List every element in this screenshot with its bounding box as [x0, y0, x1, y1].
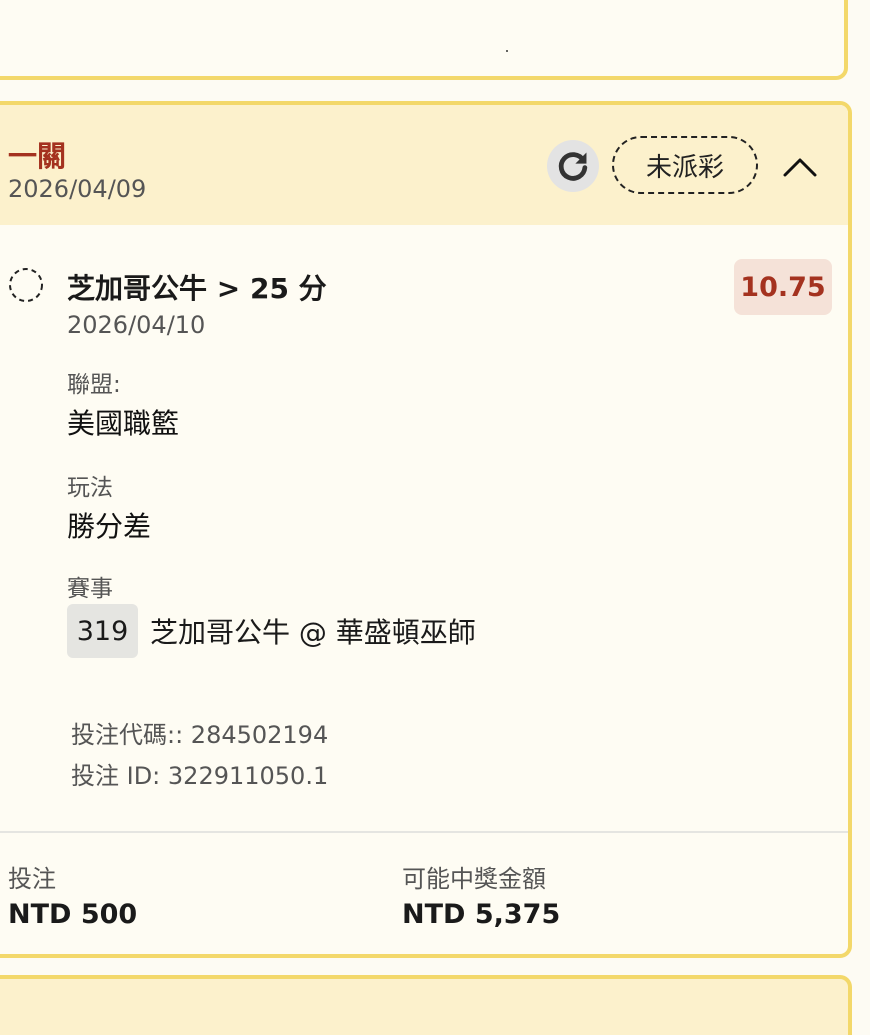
event-date: 2026/04/10: [67, 311, 206, 339]
refresh-button[interactable]: [547, 140, 599, 192]
event-number-badge: 319: [67, 604, 138, 658]
bet-footer: 投注 NTD 500 可能中獎金額 NTD 5,375: [0, 833, 848, 953]
bet-code: 投注代碼:: 284502194: [71, 721, 329, 749]
payout-value: NTD 5,375: [402, 899, 561, 930]
previous-card-dot: [506, 50, 508, 52]
bet-type: 一關: [8, 139, 67, 173]
league-label: 聯盟:: [67, 372, 121, 398]
selection-name: 芝加哥公牛 > 25 分: [67, 272, 327, 305]
event-name: 芝加哥公牛 @ 華盛頓巫師: [150, 616, 476, 649]
pending-dashed-circle-icon: [9, 268, 43, 302]
status-badge: 未派彩: [612, 136, 758, 194]
bet-card-header[interactable]: 一關 2026/04/09 未派彩: [0, 105, 848, 225]
bet-leg: 芝加哥公牛 > 25 分 10.75 2026/04/10 聯盟: 美國職籃 玩…: [0, 225, 848, 831]
event-row: 319 芝加哥公牛 @ 華盛頓巫師: [67, 604, 476, 658]
next-bet-card[interactable]: [0, 975, 852, 1035]
stake-label: 投注: [8, 865, 56, 893]
collapse-button[interactable]: [780, 147, 820, 187]
league-value: 美國職籃: [67, 407, 180, 440]
stake-value: NTD 500: [8, 899, 138, 930]
bet-date: 2026/04/09: [8, 175, 147, 203]
refresh-icon: [558, 152, 588, 181]
event-label: 賽事: [67, 576, 113, 602]
odds-badge: 10.75: [734, 259, 832, 315]
market-value: 勝分差: [67, 510, 152, 543]
bet-card: 一關 2026/04/09 未派彩 芝加哥公牛 > 25 分 10.75 202…: [0, 101, 852, 958]
market-label: 玩法: [67, 475, 113, 501]
previous-bet-card: [0, 0, 848, 80]
bet-id: 投注 ID: 322911050.1: [71, 762, 329, 790]
chevron-up-icon: [783, 158, 817, 177]
payout-label: 可能中獎金額: [402, 865, 546, 893]
